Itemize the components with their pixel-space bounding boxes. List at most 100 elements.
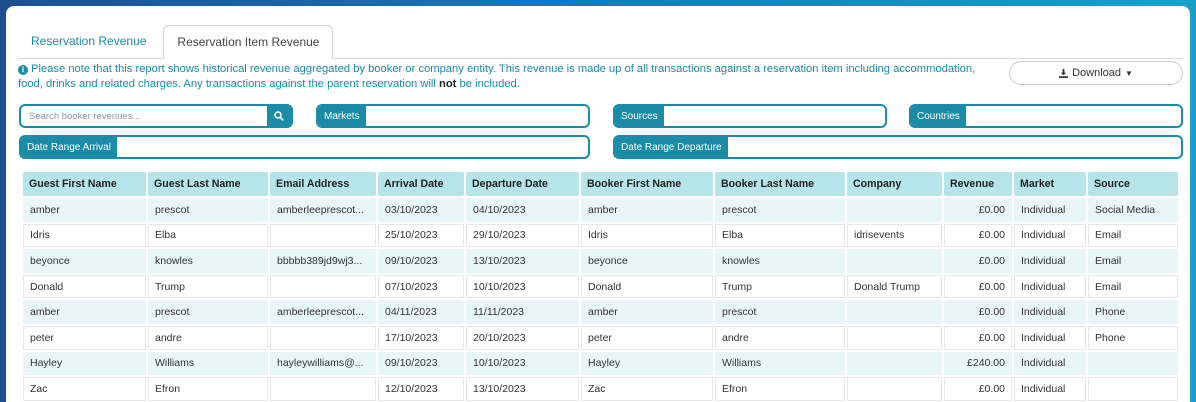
- table-cell: Hayley: [23, 351, 146, 376]
- table-cell: [847, 377, 942, 401]
- table-cell: Individual: [1014, 351, 1086, 376]
- markets-label: Markets: [318, 106, 366, 126]
- tab-bar: Reservation Revenue Reservation Item Rev…: [18, 21, 1182, 59]
- table-cell: Trump: [148, 274, 268, 299]
- table-cell: 09/10/2023: [378, 351, 464, 376]
- table-row[interactable]: Donald Trump 07/10/2023 10/10/2023 Donald Tru…: [23, 274, 1178, 299]
- arrival-date-filter[interactable]: Date Range Arrival: [19, 135, 590, 159]
- table-cell: [847, 325, 942, 350]
- column-header[interactable]: Source: [1088, 172, 1178, 196]
- table-cell: andre: [148, 325, 268, 350]
- table-cell: Williams: [715, 351, 845, 376]
- table-cell: prescot: [715, 198, 845, 222]
- table-cell: Idris: [581, 223, 713, 248]
- table-cell: Donald Trump: [847, 274, 942, 299]
- search-box: Search booker revenues...: [19, 104, 293, 128]
- table-cell: £0.00: [944, 300, 1012, 324]
- table-cell: Individual: [1014, 325, 1086, 350]
- note-text-end: be included.: [456, 78, 520, 90]
- table-cell: hayleywilliams@...: [270, 351, 376, 376]
- countries-filter[interactable]: Countries: [909, 104, 1183, 128]
- search-button[interactable]: [267, 106, 291, 126]
- table-cell: peter: [23, 325, 146, 350]
- table-cell: 17/10/2023: [378, 325, 464, 350]
- sources-select[interactable]: [664, 106, 885, 126]
- table-cell: Donald: [23, 274, 146, 299]
- table-cell: Individual: [1014, 300, 1086, 324]
- table-cell: Email: [1088, 223, 1178, 248]
- table-cell: Individual: [1014, 198, 1086, 222]
- revenue-table: Guest First Name Guest Last Name Email Add…: [21, 170, 1180, 402]
- column-header[interactable]: Departure Date: [466, 172, 579, 196]
- table-cell: Hayley: [581, 351, 713, 376]
- info-icon: i: [18, 65, 28, 75]
- table-cell: amberleeprescot...: [270, 198, 376, 222]
- table-cell: Donald: [581, 274, 713, 299]
- search-input[interactable]: Search booker revenues...: [21, 106, 267, 126]
- table-cell: [847, 198, 942, 222]
- column-header[interactable]: Booker First Name: [581, 172, 713, 196]
- table-cell: Williams: [148, 351, 268, 376]
- table-cell: £0.00: [944, 223, 1012, 248]
- download-icon: [1059, 68, 1069, 78]
- table-cell: knowles: [148, 249, 268, 273]
- table-cell: knowles: [715, 249, 845, 273]
- table-cell: Individual: [1014, 377, 1086, 401]
- table-cell: £0.00: [944, 274, 1012, 299]
- tab-reservation-revenue[interactable]: Reservation Revenue: [18, 24, 159, 58]
- table-cell: £0.00: [944, 325, 1012, 350]
- table-cell: [270, 325, 376, 350]
- table-cell: 07/10/2023: [378, 274, 464, 299]
- table-row[interactable]: amber prescot amberleeprescot... 03/10/2023…: [23, 198, 1178, 222]
- table-cell: Email: [1088, 274, 1178, 299]
- column-header[interactable]: Email Address: [270, 172, 376, 196]
- table-cell: beyonce: [23, 249, 146, 273]
- tab-reservation-item-revenue[interactable]: Reservation Item Revenue: [163, 25, 334, 59]
- table-cell: [1088, 351, 1178, 376]
- sources-label: Sources: [615, 106, 664, 126]
- table-cell: beyonce: [581, 249, 713, 273]
- countries-select[interactable]: [966, 106, 1181, 126]
- table-row[interactable]: beyonce knowles bbbbb389jd9wj3... 09/10/202…: [23, 249, 1178, 273]
- departure-date-filter[interactable]: Date Range Departure: [613, 135, 1183, 159]
- table-cell: 09/10/2023: [378, 249, 464, 273]
- table-cell: 20/10/2023: [466, 325, 579, 350]
- column-header[interactable]: Company: [847, 172, 942, 196]
- table-cell: [270, 377, 376, 401]
- column-header[interactable]: Market: [1014, 172, 1086, 196]
- column-header[interactable]: Arrival Date: [378, 172, 464, 196]
- table-cell: Individual: [1014, 223, 1086, 248]
- table-cell: Phone: [1088, 300, 1178, 324]
- download-button[interactable]: Download ▼: [1009, 61, 1183, 85]
- table-cell: andre: [715, 325, 845, 350]
- table-cell: amber: [581, 198, 713, 222]
- sources-filter[interactable]: Sources: [613, 104, 887, 128]
- arrival-date-input[interactable]: [117, 137, 588, 157]
- table-cell: 29/10/2023: [466, 223, 579, 248]
- table-cell: Trump: [715, 274, 845, 299]
- table-row[interactable]: amber prescot amberleeprescot... 04/11/2023…: [23, 300, 1178, 324]
- column-header[interactable]: Booker Last Name: [715, 172, 845, 196]
- table-cell: 13/10/2023: [466, 249, 579, 273]
- departure-date-input[interactable]: [728, 137, 1181, 157]
- table-cell: [1088, 377, 1178, 401]
- arrival-date-label: Date Range Arrival: [21, 137, 117, 157]
- table-cell: prescot: [148, 198, 268, 222]
- table-cell: 11/11/2023: [466, 300, 579, 324]
- markets-select[interactable]: [366, 106, 588, 126]
- table-row[interactable]: Hayley Williams hayleywilliams@... 09/10/20…: [23, 351, 1178, 376]
- column-header[interactable]: Revenue: [944, 172, 1012, 196]
- table-cell: 04/10/2023: [466, 198, 579, 222]
- column-header[interactable]: Guest First Name: [23, 172, 146, 196]
- caret-down-icon: ▼: [1125, 68, 1133, 78]
- table-row[interactable]: Zac Efron 12/10/2023 13/10/2023 Zac Efron £0.0…: [23, 377, 1178, 401]
- column-header[interactable]: Guest Last Name: [148, 172, 268, 196]
- markets-filter[interactable]: Markets: [316, 104, 590, 128]
- table-row[interactable]: peter andre 17/10/2023 20/10/2023 peter andre…: [23, 325, 1178, 350]
- table-row[interactable]: Idris Elba 25/10/2023 29/10/2023 Idris Elba id…: [23, 223, 1178, 248]
- search-icon: [274, 111, 284, 121]
- table-cell: Individual: [1014, 249, 1086, 273]
- table-cell: Zac: [23, 377, 146, 401]
- table-cell: amber: [23, 300, 146, 324]
- table-header-row: Guest First Name Guest Last Name Email Add…: [23, 172, 1178, 196]
